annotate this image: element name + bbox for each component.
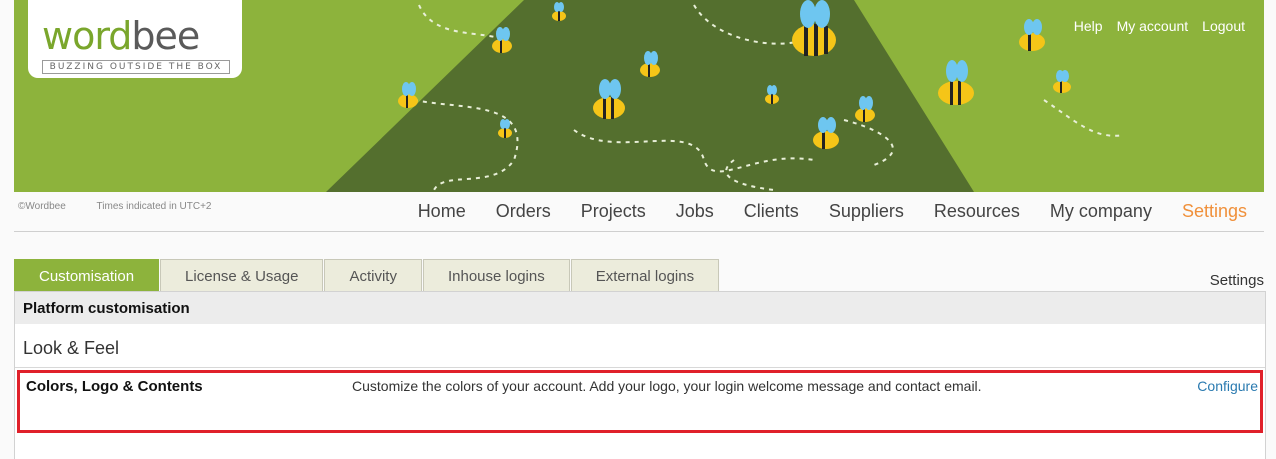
breadcrumb: Settings: [1209, 272, 1264, 289]
configure-link[interactable]: Configure: [1197, 378, 1258, 394]
nav-orders[interactable]: Orders: [496, 201, 551, 222]
section-title: Look & Feel: [15, 324, 1265, 368]
tab-customisation[interactable]: Customisation: [14, 259, 160, 292]
logout-link[interactable]: Logout: [1202, 18, 1245, 34]
nav-my-company[interactable]: My company: [1050, 201, 1152, 222]
item-name: Colors, Logo & Contents: [26, 378, 203, 395]
nav-clients[interactable]: Clients: [744, 201, 799, 222]
my-account-link[interactable]: My account: [1117, 18, 1189, 34]
tab-license-usage[interactable]: License & Usage: [160, 259, 324, 292]
nav-divider: [14, 231, 1264, 232]
nav-settings[interactable]: Settings: [1182, 201, 1247, 222]
nav-jobs[interactable]: Jobs: [676, 201, 714, 222]
timezone-text: Times indicated in UTC+2: [96, 201, 212, 212]
header-banner: wordbee BUZZING OUTSIDE THE BOX Help My …: [14, 0, 1264, 192]
customisation-panel: Platform customisation Look & Feel Color…: [14, 291, 1266, 459]
nav-home[interactable]: Home: [418, 201, 466, 222]
copyright-text: ©Wordbee: [18, 201, 66, 212]
list-item: Colors, Logo & Contents Customize the co…: [17, 370, 1263, 433]
logo-wordmark: wordbee: [42, 14, 200, 58]
tab-external-logins[interactable]: External logins: [570, 259, 720, 292]
wordbee-logo[interactable]: wordbee BUZZING OUTSIDE THE BOX: [28, 0, 242, 78]
panel-title: Platform customisation: [15, 292, 1265, 324]
meta-line: ©Wordbee Times indicated in UTC+2: [18, 201, 212, 212]
tab-inhouse-logins[interactable]: Inhouse logins: [422, 259, 570, 292]
nav-suppliers[interactable]: Suppliers: [829, 201, 904, 222]
tab-activity[interactable]: Activity: [324, 259, 422, 292]
main-nav: Home Orders Projects Jobs Clients Suppli…: [418, 201, 1247, 222]
nav-resources[interactable]: Resources: [934, 201, 1020, 222]
help-link[interactable]: Help: [1074, 18, 1103, 34]
item-description: Customize the colors of your account. Ad…: [352, 378, 982, 394]
settings-tabs: Customisation License & Usage Activity I…: [14, 259, 720, 292]
logo-tagline: BUZZING OUTSIDE THE BOX: [42, 60, 230, 74]
nav-projects[interactable]: Projects: [581, 201, 646, 222]
top-links: Help My account Logout: [1074, 18, 1245, 34]
